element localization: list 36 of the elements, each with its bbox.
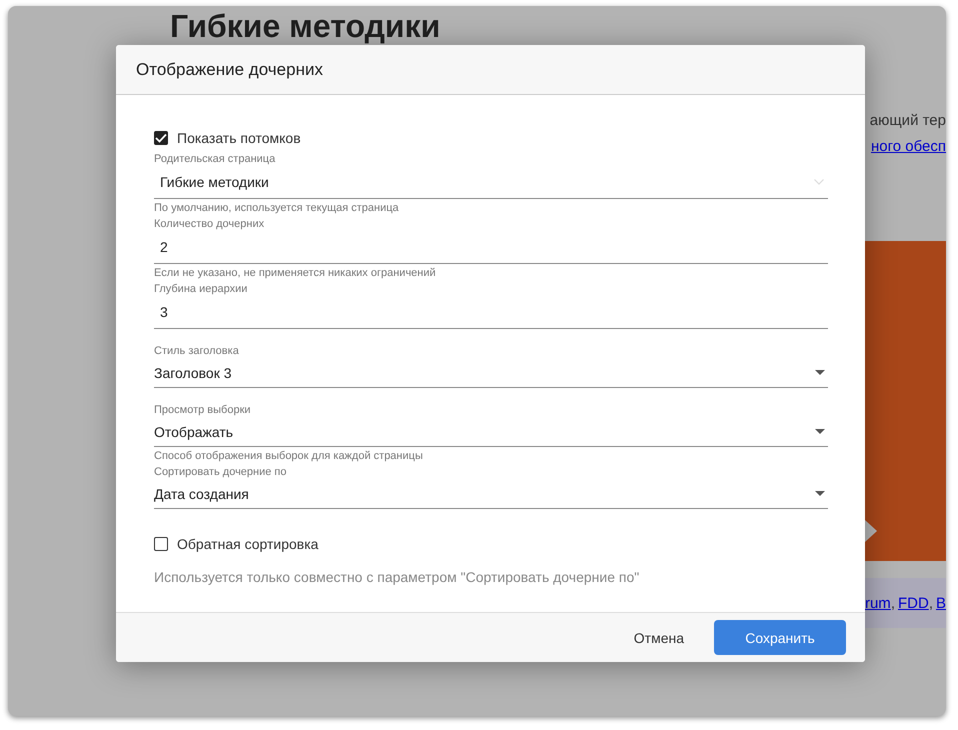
tag-link[interactable]: B (936, 594, 946, 612)
separator: , (928, 594, 933, 612)
field-hint: Способ отображения выборок для каждой страницы (154, 451, 424, 462)
page-text: ающий тер (870, 111, 946, 131)
dialog-title: Отображение дочерних (136, 60, 323, 80)
dropdown[interactable]: Отображать (154, 417, 828, 447)
field-label: Просмотр выборки (154, 404, 252, 417)
dropdown[interactable]: Заголовок 3 (154, 358, 828, 388)
caret-icon (815, 370, 825, 375)
page-link[interactable]: ного обесп (870, 137, 946, 157)
save-button[interactable]: Сохранить (714, 620, 846, 655)
field-label: Стиль заголовка (154, 345, 240, 358)
checkbox-label: Обратная сортировка (177, 536, 318, 552)
checkbox[interactable] (154, 537, 168, 551)
field-hint: По умолчанию, используется текущая страница (154, 203, 400, 214)
tag-link[interactable]: rum (864, 594, 891, 612)
caret-icon (815, 491, 825, 496)
chevron-icon (814, 179, 824, 185)
field-label: Глубина иерархии (154, 283, 248, 296)
separator: , (890, 594, 895, 612)
tag-link[interactable]: FDD (898, 594, 929, 612)
checkbox[interactable] (154, 131, 168, 145)
field-hint: Если не указано, не применяется никаких ограничений (154, 268, 437, 279)
next-arrow-icon[interactable] (865, 520, 877, 542)
field-label: Родительская страница (154, 153, 276, 166)
help-text: Используется только совместно с параметром "Сортировать дочерние по" (154, 569, 640, 585)
dropdown[interactable]: Дата создания (154, 479, 828, 509)
field-label: Количество дочерних (154, 218, 266, 231)
input-field[interactable]: 3 (154, 296, 828, 329)
field-label: Сортировать дочерние по (154, 466, 288, 479)
caret-icon (815, 429, 825, 434)
input-field[interactable]: 2 (154, 231, 828, 264)
dropdown[interactable]: Гибкие методики (154, 166, 828, 199)
cancel-button[interactable]: Отмена (632, 622, 686, 654)
checkbox-label: Показать потомков (177, 130, 301, 146)
page-heading: Гибкие методики (170, 8, 442, 44)
